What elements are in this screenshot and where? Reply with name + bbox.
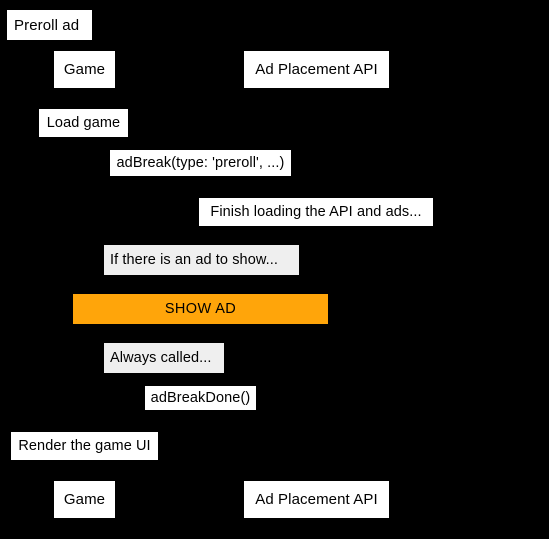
- message-ad-break-done: adBreakDone(): [145, 386, 256, 410]
- participant-ad-placement-api-top[interactable]: Ad Placement API: [244, 51, 389, 88]
- participant-game-bottom[interactable]: Game: [54, 481, 115, 518]
- highlight-show-ad: SHOW AD: [73, 294, 328, 324]
- fragment-always-called: Always called...: [104, 343, 224, 373]
- diagram-title: Preroll ad: [7, 10, 92, 40]
- message-finish-loading: Finish loading the API and ads...: [199, 198, 433, 226]
- sequence-diagram: Preroll ad Game Ad Placement API Load ga…: [0, 0, 549, 539]
- message-load-game: Load game: [39, 109, 128, 137]
- fragment-if-there-is-an-ad: If there is an ad to show...: [104, 245, 299, 275]
- message-ad-break-call: adBreak(type: 'preroll', ...): [110, 150, 291, 176]
- participant-ad-placement-api-bottom[interactable]: Ad Placement API: [244, 481, 389, 518]
- message-render-game-ui: Render the game UI: [11, 432, 158, 460]
- participant-game-top[interactable]: Game: [54, 51, 115, 88]
